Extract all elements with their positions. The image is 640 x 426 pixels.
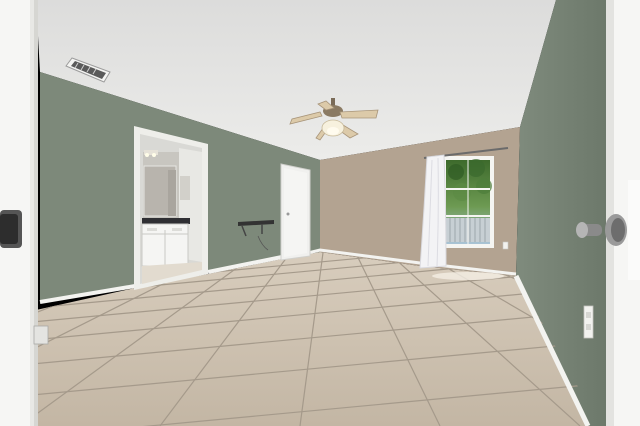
outlet-back-wall [502, 241, 509, 250]
bathroom-doorway [134, 126, 208, 290]
empty-bedroom-photo [0, 0, 640, 426]
outlet-right-wall [583, 305, 594, 339]
closet-door [280, 163, 311, 261]
window [442, 156, 494, 248]
door-hinge [33, 325, 49, 345]
window-light-patch [432, 272, 504, 280]
vanity-countertop [142, 218, 190, 224]
